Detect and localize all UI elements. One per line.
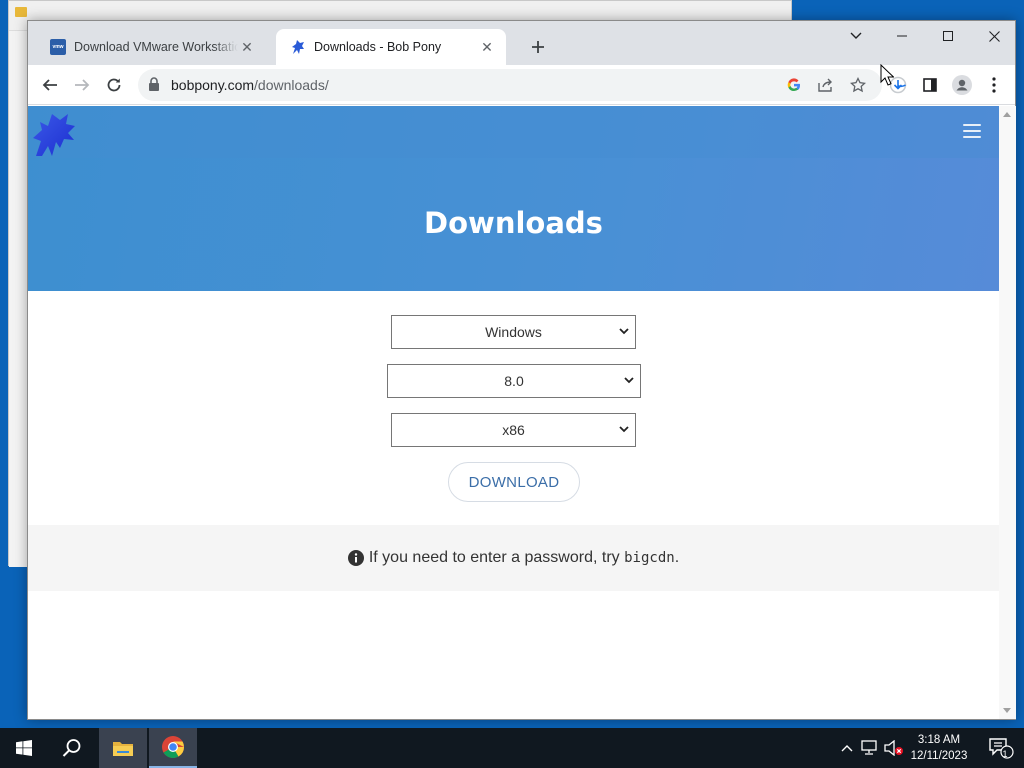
password-info: If you need to enter a password, try big…	[28, 525, 999, 591]
share-button[interactable]	[814, 73, 838, 97]
chrome-icon	[162, 736, 184, 758]
url-host: bobpony.com	[171, 77, 255, 93]
tab-vmware[interactable]: vmw Download VMware Workstation ✕	[36, 29, 266, 65]
taskbar: 3:18 AM 12/11/2023 1	[0, 728, 1024, 768]
scroll-up-icon[interactable]	[1003, 112, 1011, 117]
url-text: bobpony.com/downloads/	[171, 77, 329, 93]
network-button[interactable]	[860, 728, 880, 768]
chevron-down-icon	[619, 426, 629, 433]
tab-close-icon[interactable]: ✕	[238, 38, 256, 56]
page-content: Downloads Windows 8.0 x86 DOWNLOAD If yo…	[28, 106, 999, 719]
plus-icon	[532, 41, 544, 53]
taskbar-clock[interactable]: 3:18 AM 12/11/2023	[906, 732, 972, 764]
info-icon	[347, 550, 364, 566]
google-lens-icon[interactable]	[782, 73, 806, 97]
version-select[interactable]: 8.0	[387, 364, 641, 398]
show-hidden-icons-button[interactable]	[838, 728, 856, 768]
forward-button[interactable]	[68, 71, 96, 99]
tab-bobpony[interactable]: Downloads - Bob Pony ✕	[276, 29, 506, 65]
clock-date: 12/11/2023	[910, 750, 968, 762]
bobpony-logo-icon[interactable]	[30, 108, 76, 158]
close-icon	[988, 30, 1000, 42]
architecture-select[interactable]: x86	[391, 413, 636, 447]
avatar-icon	[952, 75, 972, 95]
folder-icon	[113, 742, 133, 756]
reload-button[interactable]	[100, 71, 128, 99]
folder-icon	[15, 7, 27, 17]
vmware-icon: vmw	[50, 39, 66, 55]
os-select[interactable]: Windows	[391, 315, 636, 349]
taskbar-search-button[interactable]	[48, 728, 96, 768]
password-hint: bigcdn	[624, 550, 675, 566]
search-icon	[62, 739, 81, 757]
clock-time: 3:18 AM	[917, 734, 961, 746]
more-vertical-icon	[992, 77, 996, 93]
volume-button[interactable]	[884, 728, 904, 768]
notification-count: 1	[1002, 749, 1008, 759]
vertical-scrollbar[interactable]	[999, 106, 1016, 719]
minimize-icon	[897, 35, 907, 37]
star-icon	[850, 77, 866, 93]
hamburger-menu-icon[interactable]	[963, 124, 981, 142]
background-window-sidebar	[9, 31, 29, 567]
file-explorer-taskbar-button[interactable]	[99, 728, 147, 768]
browser-window: vmw Download VMware Workstation ✕ Downlo…	[27, 20, 1016, 720]
start-button[interactable]	[0, 728, 48, 768]
google-g-icon	[787, 78, 801, 92]
windows-logo-icon	[16, 740, 32, 756]
tab-title: Downloads - Bob Pony	[314, 40, 442, 54]
chevron-down-icon	[850, 32, 862, 39]
maximize-icon	[943, 31, 953, 41]
hero-banner: Downloads	[28, 106, 999, 291]
side-panel-icon	[923, 78, 937, 92]
arrow-left-icon	[42, 79, 57, 91]
scroll-down-icon[interactable]	[1003, 708, 1011, 713]
volume-muted-icon	[884, 740, 903, 756]
chevron-down-icon	[624, 377, 634, 384]
address-bar[interactable]: bobpony.com/downloads/	[138, 69, 882, 101]
tab-close-icon[interactable]: ✕	[478, 38, 496, 56]
reload-icon	[107, 78, 121, 92]
tab-search-button[interactable]	[833, 21, 879, 51]
download-button[interactable]: DOWNLOAD	[448, 462, 580, 502]
browser-toolbar: bobpony.com/downloads/	[28, 65, 1015, 105]
minimize-button[interactable]	[879, 21, 925, 51]
tab-strip: vmw Download VMware Workstation ✕ Downlo…	[28, 21, 1015, 65]
tab-title: Download VMware Workstation	[74, 40, 238, 54]
mouse-cursor-icon	[880, 64, 894, 86]
chevron-down-icon	[619, 328, 629, 335]
chevron-up-icon	[841, 745, 853, 752]
profile-button[interactable]	[948, 71, 976, 99]
network-icon	[861, 740, 877, 755]
maximize-button[interactable]	[925, 21, 971, 51]
os-select-value: Windows	[485, 324, 542, 340]
action-center-button[interactable]: 1	[978, 728, 1024, 768]
version-select-value: 8.0	[504, 373, 524, 389]
arrow-right-icon	[75, 79, 90, 91]
new-tab-button[interactable]	[526, 35, 550, 59]
info-suffix: .	[674, 549, 680, 566]
chrome-taskbar-button[interactable]	[149, 728, 197, 768]
page-title: Downloads	[424, 206, 603, 240]
back-button[interactable]	[36, 71, 64, 99]
lock-icon	[149, 77, 159, 91]
bookmark-button[interactable]	[846, 73, 870, 97]
menu-button[interactable]	[980, 71, 1008, 99]
site-navbar	[28, 106, 999, 158]
bobpony-icon	[292, 40, 304, 54]
info-text: If you need to enter a password, try	[368, 549, 620, 566]
url-path: /downloads/	[254, 77, 329, 93]
share-icon	[818, 78, 832, 92]
close-window-button[interactable]	[971, 21, 1017, 51]
side-panel-button[interactable]	[916, 71, 944, 99]
architecture-select-value: x86	[502, 422, 525, 438]
